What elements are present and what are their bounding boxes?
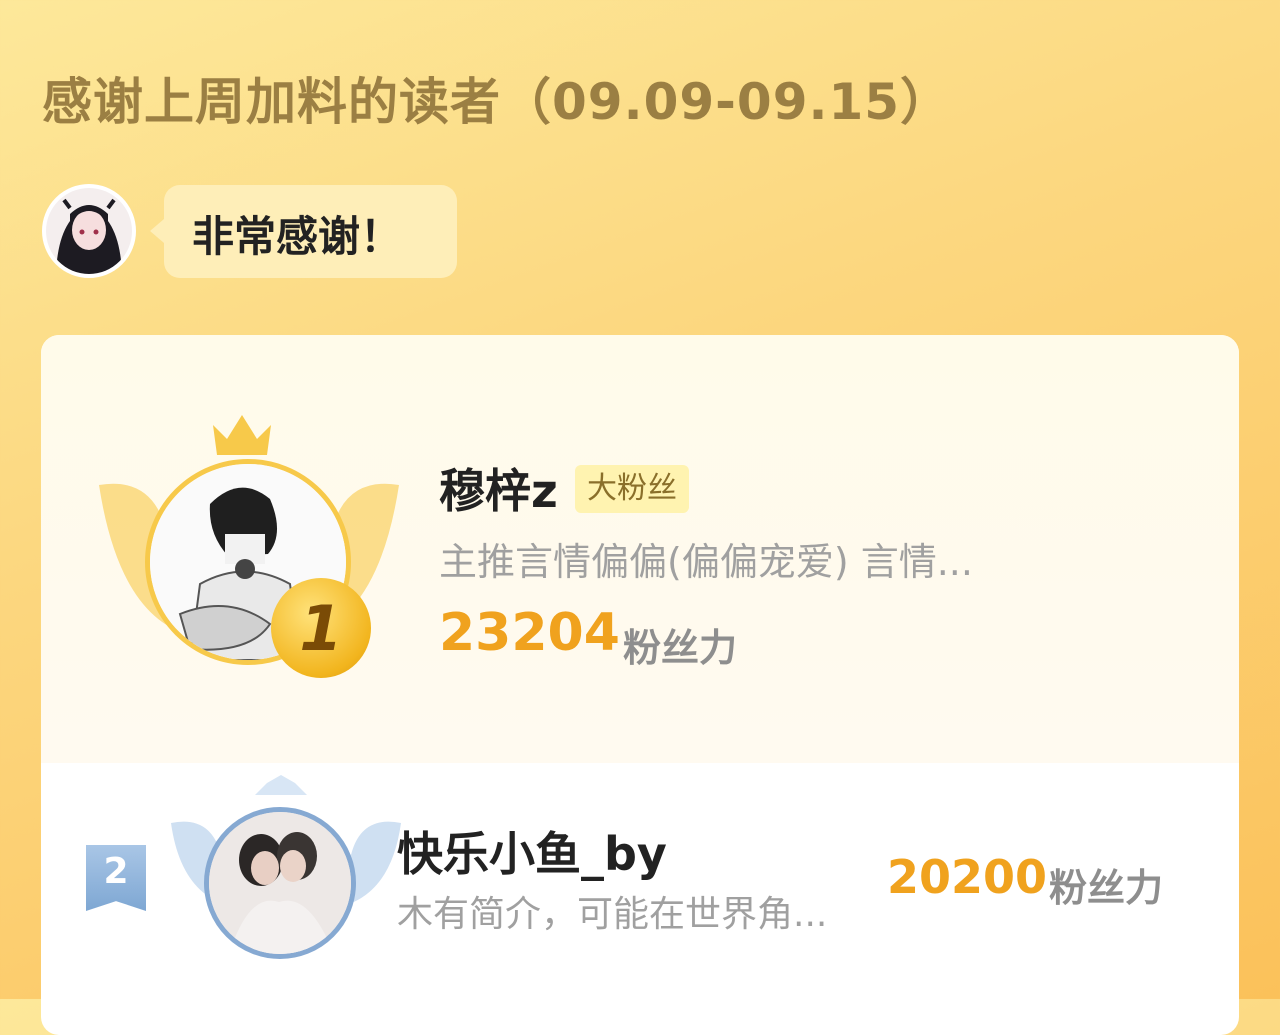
rank-1-badge: 1 <box>271 578 371 678</box>
rank-2-avatar-photo <box>209 812 351 954</box>
author-avatar-illustration <box>46 188 132 274</box>
author-message-bubble: 非常感谢！ <box>150 185 457 278</box>
rank-2-avatar[interactable] <box>204 807 356 959</box>
rank-1-score: 23204 <box>439 603 620 663</box>
rank-2-intro: 木有简介，可能在世界角... <box>397 894 828 935</box>
rank-2-badge: 2 <box>86 845 146 911</box>
author-avatar[interactable] <box>42 184 136 278</box>
rank-1-intro: 主推言情偏偏(偏偏宠爱) 言情... <box>439 540 973 584</box>
page-title: 感谢上周加料的读者（09.09-09.15） <box>42 73 952 131</box>
ranking-card: 1 穆梓z 大粉丝 主推言情偏偏(偏偏宠爱) 言情... 23204 粉丝力 2… <box>41 335 1239 1035</box>
author-message-text: 非常感谢！ <box>192 212 403 261</box>
rank-1-score-unit: 粉丝力 <box>623 626 738 670</box>
rank-2-name: 快乐小鱼_by <box>397 827 667 881</box>
rank-2-score: 20200 <box>887 850 1048 904</box>
rank-1-item[interactable]: 1 穆梓z 大粉丝 主推言情偏偏(偏偏宠爱) 言情... 23204 粉丝力 <box>41 335 1239 763</box>
rank-1-name: 穆梓z <box>439 464 558 518</box>
rank-2-score-unit: 粉丝力 <box>1049 866 1164 910</box>
rank-1-fan-tag: 大粉丝 <box>575 465 689 513</box>
crown-icon <box>213 415 271 455</box>
